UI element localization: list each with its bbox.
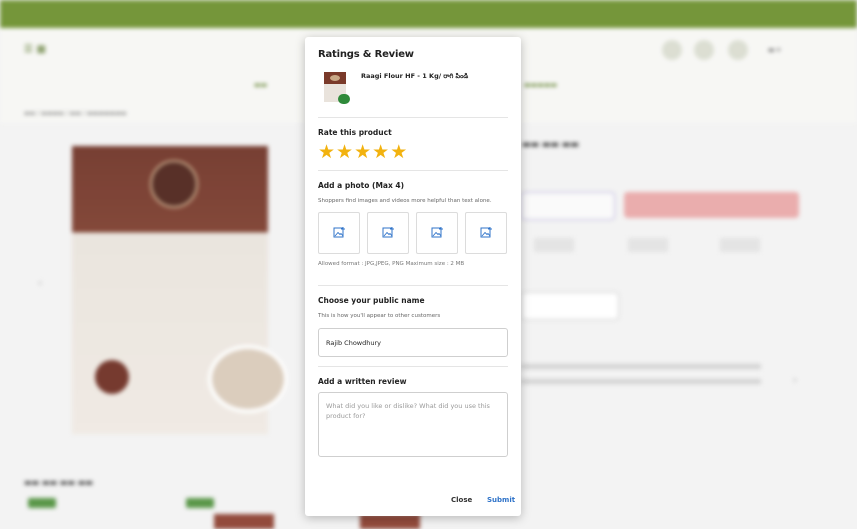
photo-upload-slot-2[interactable]	[367, 212, 409, 254]
format-note: Allowed format : JPG,JPEG, PNG Maximum s…	[318, 261, 465, 267]
photo-upload-slot-3[interactable]	[416, 212, 458, 254]
star-2-icon[interactable]: ★	[336, 143, 353, 162]
add-image-icon	[333, 227, 345, 238]
star-1-icon[interactable]: ★	[318, 143, 335, 162]
add-image-icon	[431, 227, 443, 238]
photo-help-text: Shoppers find images and videos more hel…	[318, 198, 492, 204]
product-name: Raagi Flour HF - 1 Kg/ రాగి పిండి	[361, 72, 469, 80]
star-3-icon[interactable]: ★	[354, 143, 371, 162]
add-image-icon	[382, 227, 394, 238]
star-rating[interactable]: ★ ★ ★ ★ ★	[318, 143, 407, 162]
submit-button[interactable]: Submit	[487, 496, 515, 504]
close-button[interactable]: Close	[451, 496, 472, 504]
ratings-review-modal: Ratings & Review Raagi Flour HF - 1 Kg/ …	[305, 37, 521, 516]
divider	[318, 285, 508, 286]
modal-title: Ratings & Review	[318, 49, 414, 60]
photo-upload-slot-4[interactable]	[465, 212, 507, 254]
product-thumbnail	[324, 72, 350, 104]
rate-label: Rate this product	[318, 128, 392, 137]
public-name-input[interactable]	[318, 328, 508, 357]
photo-upload-slot-1[interactable]	[318, 212, 360, 254]
add-image-icon	[480, 227, 492, 238]
divider	[318, 366, 508, 367]
name-label: Choose your public name	[318, 296, 425, 305]
name-help-text: This is how you'll appear to other custo…	[318, 313, 441, 319]
divider	[318, 117, 508, 118]
review-label: Add a written review	[318, 377, 407, 386]
star-4-icon[interactable]: ★	[372, 143, 389, 162]
written-review-textarea[interactable]	[318, 392, 508, 457]
photo-label: Add a photo (Max 4)	[318, 181, 405, 190]
divider	[318, 170, 508, 171]
star-5-icon[interactable]: ★	[390, 143, 407, 162]
